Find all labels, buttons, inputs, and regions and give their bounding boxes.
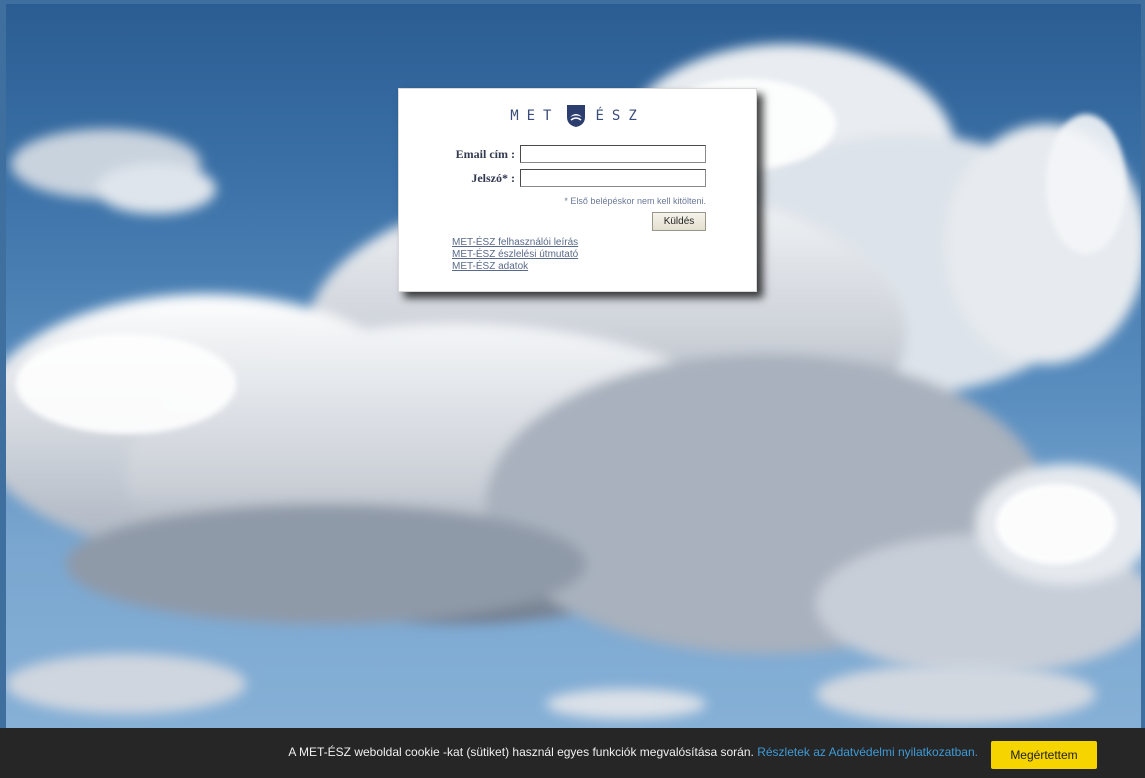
omsz-shield-icon	[566, 105, 585, 127]
cookie-banner: A MET-ÉSZ weboldal cookie -kat (sütiket)…	[0, 728, 1145, 778]
link-data[interactable]: MET-ÉSZ adatok	[452, 261, 578, 273]
page: MET ÉSZ Email cím : Jelszó* : * Első bel…	[0, 0, 1145, 778]
link-observation-guide[interactable]: MET-ÉSZ észlelési útmutató	[452, 249, 578, 261]
submit-button[interactable]: Küldés	[652, 212, 706, 231]
password-field[interactable]	[520, 169, 706, 187]
privacy-policy-link[interactable]: Részletek az Adatvédelmi nyilatkozatban.	[757, 745, 978, 759]
password-label: Jelszó* :	[471, 171, 515, 185]
first-login-note: * Első belépéskor nem kell kitölteni.	[564, 196, 706, 206]
logo-text-left: MET	[510, 108, 560, 124]
email-label: Email cím :	[455, 147, 515, 161]
email-field[interactable]	[520, 145, 706, 163]
login-panel: MET ÉSZ Email cím : Jelszó* : * Első bel…	[398, 88, 757, 292]
help-links: MET-ÉSZ felhasználói leírás MET-ÉSZ észl…	[452, 237, 578, 273]
accept-cookies-button[interactable]: Megértettem	[991, 741, 1097, 769]
password-row: Jelszó* :	[399, 169, 756, 189]
met-esz-logo: MET ÉSZ	[399, 105, 756, 127]
logo-text-right: ÉSZ	[595, 108, 645, 124]
cookie-text: A MET-ÉSZ weboldal cookie -kat (sütiket)…	[288, 745, 754, 759]
cookie-message: A MET-ÉSZ weboldal cookie -kat (sütiket)…	[288, 745, 978, 759]
email-row: Email cím :	[399, 145, 756, 165]
link-user-guide[interactable]: MET-ÉSZ felhasználói leírás	[452, 237, 578, 249]
